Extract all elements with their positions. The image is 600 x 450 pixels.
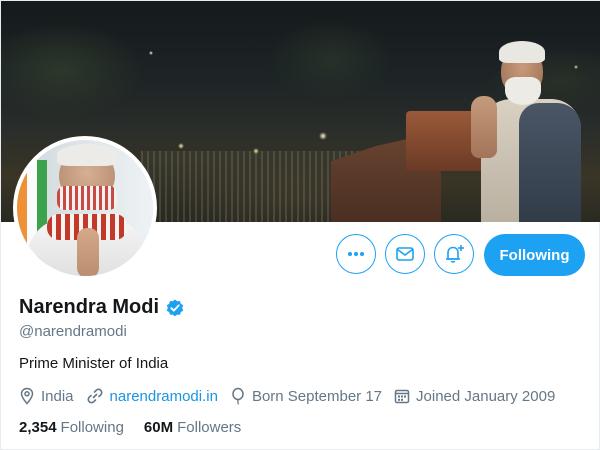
banner-person-hair [499, 41, 545, 63]
verified-badge-icon [165, 298, 185, 318]
following-stat[interactable]: 2,354 Following [19, 419, 124, 436]
more-button[interactable] [336, 234, 376, 274]
followers-stat[interactable]: 60M Followers [144, 419, 241, 436]
following-button[interactable]: Following [484, 234, 585, 276]
website-link[interactable]: narendramodi.in [110, 388, 218, 405]
banner-person-hands [471, 96, 497, 158]
profile-meta: India narendramodi.in Born September 17 [19, 387, 567, 405]
followers-label: Followers [177, 419, 242, 436]
avatar-mask [57, 186, 117, 210]
more-icon [348, 252, 364, 256]
bell-plus-icon [446, 245, 464, 263]
joined-text: Joined January 2009 [416, 387, 556, 405]
avatar-palms [77, 228, 99, 276]
balloon-icon [232, 387, 244, 405]
envelope-icon [396, 247, 414, 261]
location-text: India [41, 387, 74, 405]
profile-bio: Prime Minister of India [19, 355, 169, 372]
calendar-icon [394, 389, 410, 404]
profile-stats: 2,354 Following 60M Followers [19, 419, 261, 436]
link-icon [87, 388, 103, 404]
location-pin-icon [20, 387, 34, 405]
followers-count: 60M [143, 419, 174, 436]
banner-person [471, 41, 581, 222]
avatar[interactable] [13, 136, 157, 280]
following-count: 2,354 [19, 419, 57, 436]
banner-person-jacket [519, 103, 581, 222]
profile-card: Following Narendra Modi @narendramodi Pr… [0, 0, 600, 450]
birthday-text: Born September 17 [251, 387, 383, 405]
birthday-item: Born September 17 [230, 387, 382, 405]
joined-item: Joined January 2009 [394, 388, 555, 405]
following-label: Following [60, 419, 124, 436]
banner-person-beard [505, 77, 541, 105]
profile-handle: @narendramodi [19, 323, 127, 340]
message-button[interactable] [385, 234, 425, 274]
location-item: India [19, 387, 74, 405]
notifications-button[interactable] [434, 234, 474, 274]
website-item[interactable]: narendramodi.in [86, 387, 218, 405]
avatar-hair [57, 144, 117, 166]
name-row: Narendra Modi [19, 296, 185, 319]
profile-name: Narendra Modi [19, 296, 160, 318]
following-button-label: Following [499, 246, 570, 264]
